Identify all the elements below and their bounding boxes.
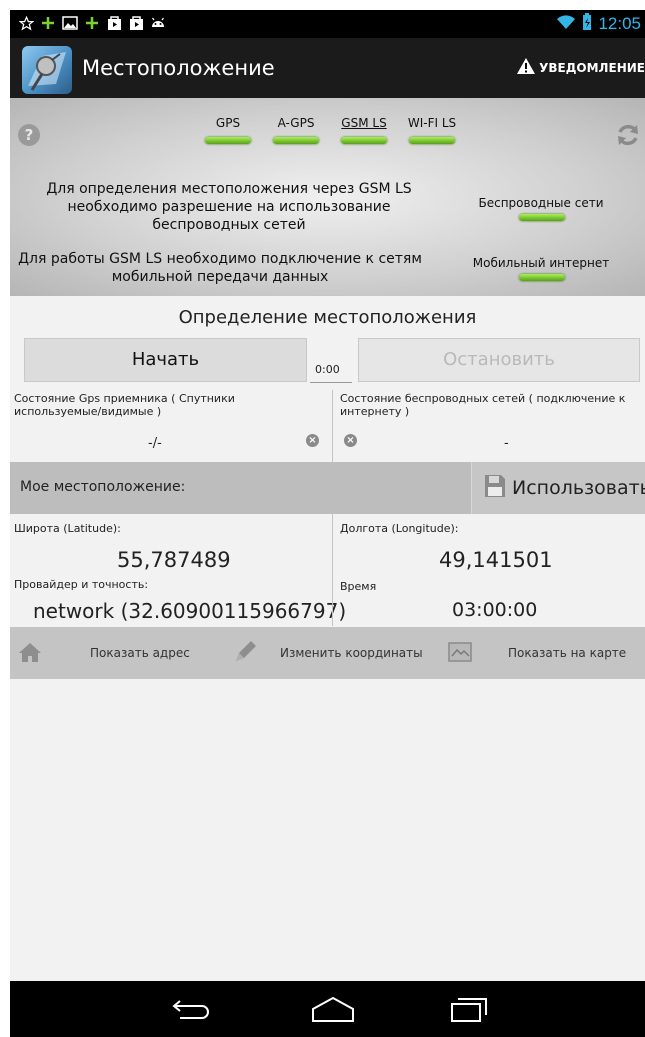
recent-apps-icon[interactable] <box>450 995 490 1027</box>
provider-value: network (32.60900115966797) <box>33 599 347 623</box>
mobile-status-led <box>519 274 565 281</box>
gsm-mobile-message: Для работы GSM LS необходимо подключение… <box>18 251 422 285</box>
show-on-map-label: Показать на карте <box>508 646 627 660</box>
divider <box>332 514 333 626</box>
mode-label: GSM LS <box>341 116 387 130</box>
show-address-label: Показать адрес <box>90 646 190 660</box>
my-location-label: Мое местоположение: <box>20 479 186 495</box>
gps-status-value: -/- <box>148 436 162 451</box>
divider <box>310 382 352 383</box>
bag-icon <box>128 14 144 32</box>
android-icon <box>150 14 166 32</box>
longitude-label: Долгота (Longitude): <box>340 522 459 535</box>
app-screen: 12:05 Местоположение УВЕДОМЛЕНИЕ ? GPS A… <box>10 10 645 1037</box>
use-button[interactable]: Использовать <box>471 462 645 514</box>
mode-label: GPS <box>215 116 241 130</box>
plus-icon <box>84 14 100 32</box>
app-title: Местоположение <box>82 56 275 80</box>
wireless-status-value: - <box>504 436 509 451</box>
back-icon[interactable] <box>170 995 212 1027</box>
gps-status-label: Состояние Gps приемника ( Спутники испол… <box>14 392 235 418</box>
section-title: Определение местоположения <box>178 307 477 328</box>
time-label: Время <box>340 580 377 593</box>
status-led <box>341 137 387 144</box>
system-status: 12:05 <box>556 13 641 35</box>
timer: 0:00 <box>315 363 340 376</box>
image-icon <box>62 14 78 32</box>
longitude-value: 49,141501 <box>439 548 553 572</box>
show-on-map-button[interactable]: Показать на карте <box>448 627 626 679</box>
start-button[interactable]: Начать <box>24 338 307 382</box>
notification-button[interactable]: УВЕДОМЛЕНИЕ <box>517 58 645 77</box>
divider <box>332 390 333 462</box>
latitude-label: Широта (Latitude): <box>14 522 121 535</box>
status-led <box>205 137 251 144</box>
content-empty-area <box>10 679 645 981</box>
app-logo-icon[interactable] <box>22 46 72 94</box>
use-label: Использовать <box>512 477 645 499</box>
status-led <box>273 137 319 144</box>
warning-icon <box>517 58 536 77</box>
mode-gsm-ls[interactable]: GSM LS <box>332 116 396 144</box>
gps-error-icon: × <box>306 434 319 447</box>
status-bar: 12:05 <box>10 10 645 38</box>
refresh-icon[interactable] <box>615 122 641 152</box>
home-icon <box>18 641 42 666</box>
mode-wifi-ls[interactable]: WI-FI LS <box>400 116 464 144</box>
battery-icon <box>582 13 592 35</box>
wireless-status-label: Состояние беспроводных сетей ( подключен… <box>340 392 626 418</box>
clock: 12:05 <box>598 14 641 33</box>
edit-coordinates-label: Изменить координаты <box>280 646 423 660</box>
status-led <box>409 137 455 144</box>
help-icon[interactable]: ? <box>18 124 40 146</box>
map-icon <box>448 641 472 665</box>
latitude-value: 55,787489 <box>117 548 231 572</box>
wireless-networks-label[interactable]: Беспроводные сети <box>471 196 611 210</box>
plus-icon <box>40 14 56 32</box>
navigation-bar <box>10 981 645 1037</box>
mode-label: WI-FI LS <box>407 116 457 130</box>
stop-button[interactable]: Остановить <box>358 338 640 382</box>
show-address-button[interactable]: Показать адрес <box>18 627 190 679</box>
edit-coordinates-button[interactable]: Изменить координаты <box>232 627 423 679</box>
wireless-error-icon: × <box>344 434 357 447</box>
star-icon <box>18 14 34 32</box>
pencil-icon <box>232 639 258 668</box>
wireless-status-led <box>519 214 565 221</box>
mode-label: A-GPS <box>277 116 315 130</box>
time-value: 03:00:00 <box>452 599 538 621</box>
mode-agps[interactable]: A-GPS <box>264 116 328 144</box>
gsm-permission-message: Для определения местоположения через GSM… <box>46 181 412 233</box>
bag-icon <box>106 14 122 32</box>
mobile-internet-label[interactable]: Мобильный интернет <box>471 256 611 270</box>
location-sources-panel: ? GPS A-GPS GSM LS WI-FI LS Для определе… <box>10 98 645 296</box>
mode-gps[interactable]: GPS <box>196 116 260 144</box>
notification-icons <box>18 14 166 32</box>
home-nav-icon[interactable] <box>310 995 356 1027</box>
notification-label: УВЕДОМЛЕНИЕ <box>539 60 645 75</box>
my-location-bar: Мое местоположение: Использовать <box>10 462 645 514</box>
action-bar: Местоположение УВЕДОМЛЕНИЕ <box>10 38 645 98</box>
wifi-icon <box>556 14 576 34</box>
provider-label: Провайдер и точность: <box>14 578 149 591</box>
save-icon <box>484 474 506 502</box>
actions-toolbar: Показать адрес Изменить координаты Показ… <box>10 627 645 679</box>
